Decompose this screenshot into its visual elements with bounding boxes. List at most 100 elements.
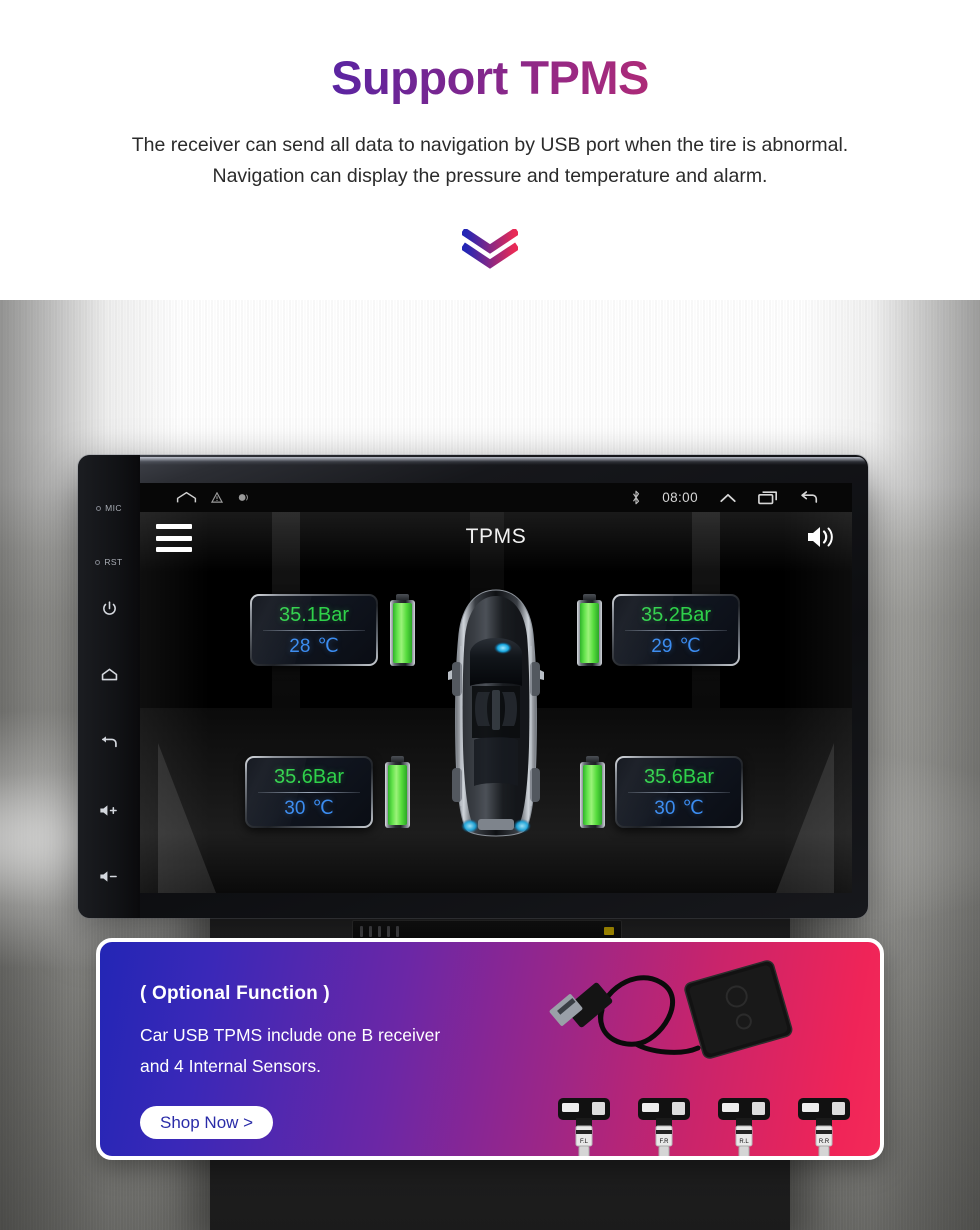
page-title-support: Support (331, 51, 521, 104)
usb-receiver-icon (549, 960, 793, 1059)
subtitle-line-1: The receiver can send all data to naviga… (131, 134, 849, 156)
tire-temperature-value: 30 (284, 797, 306, 819)
promo-product-art: F.L F.R R.L R.R (540, 948, 870, 1156)
panel-divider (625, 629, 727, 631)
panel-divider (628, 791, 730, 793)
tire-temperature-row: 29 ℃ (651, 637, 700, 656)
temperature-unit: ℃ (312, 797, 334, 819)
subtitle-line-2: Navigation can display the pressure and … (212, 165, 768, 187)
tire-panel-front-right[interactable]: 35.2Bar 29 ℃ (612, 594, 740, 666)
rst-led-icon (95, 559, 101, 565)
status-bar-back-icon[interactable] (799, 490, 819, 505)
status-bar-left-group (140, 491, 249, 504)
car-top-view-icon (436, 586, 556, 841)
speaker-volume-icon[interactable] (804, 523, 838, 556)
scroll-down-indicator (0, 226, 980, 272)
power-icon (102, 600, 116, 615)
promo-description-line-1: Car USB TPMS include one B receiver (140, 1025, 441, 1045)
svg-text:R.L: R.L (739, 1139, 749, 1145)
tire-pressure-value: 35.6Bar (643, 765, 715, 788)
tire-pressure-value: 35.2Bar (640, 603, 712, 626)
status-bar-clock: 08:00 (662, 490, 698, 505)
rst-indicator[interactable]: RST (86, 539, 132, 585)
bezel-highlight (80, 457, 866, 465)
tpms-sensor-icon: F.R (638, 1098, 690, 1156)
home-icon (101, 668, 117, 680)
battery-body (577, 600, 602, 666)
temperature-unit: ℃ (682, 797, 704, 819)
tpms-sensor-icon: R.L (718, 1098, 770, 1156)
warning-triangle-icon (211, 492, 223, 503)
promo-banner: ( Optional Function ) Car USB TPMS inclu… (96, 938, 884, 1160)
tire-panel-inner: 35.6Bar 30 ℃ (247, 758, 371, 826)
device-screen: 08:00 TPMS 35.1Bar 28 ℃ 35.2Bar 29 ℃ 35.… (140, 483, 852, 893)
recent-apps-icon[interactable] (758, 490, 778, 505)
tire-panel-inner: 35.1Bar 28 ℃ (252, 596, 376, 664)
tpms-sensor-icon: F.L (558, 1098, 610, 1156)
mic-label: MIC (105, 503, 122, 513)
tire-temperature-row: 30 ℃ (654, 799, 703, 818)
tire-temperature-row: 30 ℃ (284, 799, 333, 818)
tpms-sensor-icon: R.R (798, 1098, 850, 1156)
home-button[interactable] (86, 651, 132, 697)
power-button[interactable] (86, 585, 132, 631)
panel-divider (258, 791, 360, 793)
tire-battery-front-right (577, 594, 602, 666)
battery-fill (388, 765, 407, 825)
battery-body (580, 762, 605, 828)
bluetooth-icon (631, 490, 641, 505)
temperature-unit: ℃ (317, 635, 339, 657)
back-arrow-icon (102, 735, 117, 747)
svg-text:R.R: R.R (819, 1139, 830, 1145)
tire-temperature-row: 28 ℃ (289, 637, 338, 656)
chevron-up-icon[interactable] (719, 491, 737, 505)
tire-battery-rear-right (580, 756, 605, 828)
tire-temperature-value: 29 (651, 635, 673, 657)
svg-text:F.R: F.R (660, 1139, 670, 1145)
svg-text:F.L: F.L (580, 1139, 589, 1145)
android-status-bar: 08:00 (140, 483, 852, 512)
page-header: Support TPMS The receiver can send all d… (0, 0, 980, 300)
volume-up-icon (100, 804, 117, 816)
app-title: TPMS (465, 525, 527, 548)
tire-pressure-value: 35.1Bar (278, 603, 350, 626)
signal-dot-icon (237, 492, 249, 503)
tire-panel-inner: 35.6Bar 30 ℃ (617, 758, 741, 826)
battery-fill (580, 603, 599, 663)
temperature-unit: ℃ (679, 635, 701, 657)
home-outline-icon[interactable] (176, 491, 197, 504)
page-subtitle: The receiver can send all data to naviga… (0, 130, 980, 192)
tpms-sensor-group: F.L F.R R.L R.R (554, 1094, 854, 1156)
tire-battery-rear-left (385, 756, 410, 828)
battery-fill (583, 765, 602, 825)
tire-panel-front-left[interactable]: 35.1Bar 28 ℃ (250, 594, 378, 666)
panel-divider (263, 629, 365, 631)
volume-down-button[interactable] (86, 853, 132, 899)
page-title: Support TPMS (0, 52, 980, 104)
mic-indicator: MIC (86, 485, 132, 531)
tire-panel-inner: 35.2Bar 29 ℃ (614, 596, 738, 664)
promo-heading: ( Optional Function ) (140, 983, 330, 1004)
battery-fill (393, 603, 412, 663)
battery-body (385, 762, 410, 828)
double-chevron-down-icon (462, 229, 518, 269)
tire-temperature-value: 28 (289, 635, 311, 657)
battery-body (390, 600, 415, 666)
device-side-buttons: MIC RST (78, 455, 140, 918)
tire-panel-rear-left[interactable]: 35.6Bar 30 ℃ (245, 756, 373, 828)
car-head-unit: MIC RST 08:00 TPMS 35.1Bar 28 ℃ 35.2Bar … (78, 455, 868, 918)
rst-label: RST (104, 557, 123, 567)
tire-panel-rear-right[interactable]: 35.6Bar 30 ℃ (615, 756, 743, 828)
back-button[interactable] (86, 719, 132, 765)
promo-description-line-2: and 4 Internal Sensors. (140, 1056, 321, 1076)
screen-right-fade (782, 512, 852, 893)
shop-now-button[interactable]: Shop Now > (140, 1106, 274, 1139)
volume-down-icon (100, 870, 117, 882)
status-bar-right-group: 08:00 (631, 490, 852, 505)
promo-description: Car USB TPMS include one B receiver and … (140, 1020, 440, 1082)
tire-battery-front-left (390, 594, 415, 666)
tire-pressure-value: 35.6Bar (273, 765, 345, 788)
tire-temperature-value: 30 (654, 797, 676, 819)
volume-up-button[interactable] (86, 787, 132, 833)
page-title-tpms: TPMS (520, 51, 649, 104)
